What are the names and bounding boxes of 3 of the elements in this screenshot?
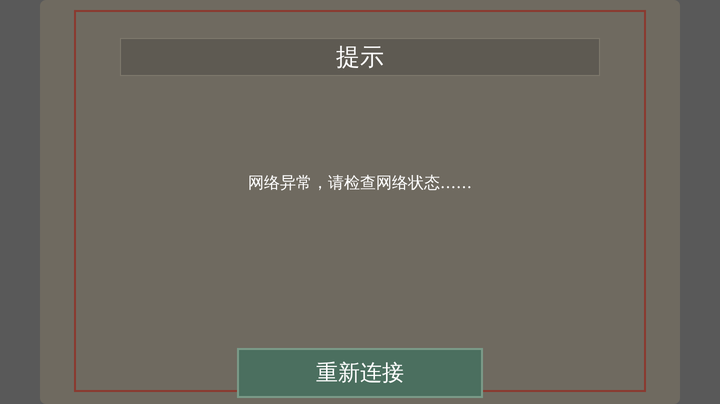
- dialog-title: 提示: [336, 45, 384, 69]
- message-text: 网络异常，请检查网络状态……: [248, 172, 472, 194]
- reconnect-button[interactable]: 重新连接: [237, 348, 483, 398]
